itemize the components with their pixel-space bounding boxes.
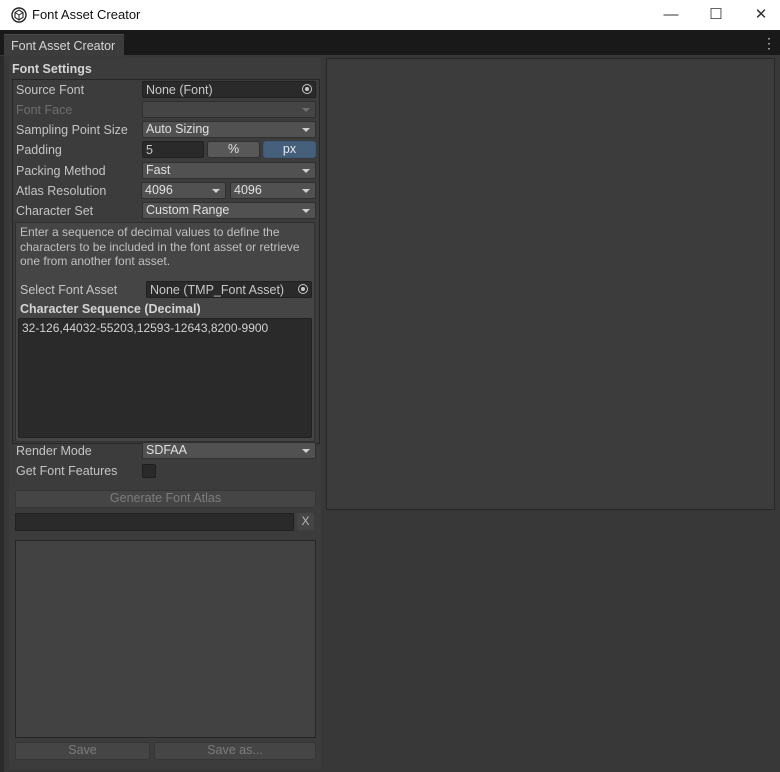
font-face-dropdown	[142, 101, 316, 118]
chevron-down-icon	[302, 449, 310, 453]
packing-method-dropdown[interactable]: Fast	[142, 162, 316, 179]
atlas-width-value: 4096	[145, 183, 173, 197]
source-font-value: None (Font)	[146, 83, 213, 97]
render-mode-value: SDFAA	[146, 443, 187, 457]
character-set-value: Custom Range	[146, 203, 230, 217]
padding-percent-button[interactable]: %	[207, 141, 260, 158]
font-face-label: Font Face	[16, 103, 73, 117]
generation-progress-bar	[15, 513, 294, 531]
padding-label: Padding	[16, 143, 62, 157]
save-button[interactable]: Save	[15, 742, 150, 760]
select-font-asset-label: Select Font Asset	[20, 283, 118, 297]
padding-px-button[interactable]: px	[263, 141, 316, 158]
chevron-down-icon	[302, 169, 310, 173]
character-set-label: Character Set	[16, 204, 94, 218]
get-font-features-checkbox[interactable]	[142, 464, 156, 478]
character-sequence-textarea[interactable]: 32-126,44032-55203,12593-12643,8200-9900	[18, 318, 312, 438]
character-sequence-label: Character Sequence (Decimal)	[20, 302, 201, 316]
chevron-down-icon	[302, 108, 310, 112]
object-picker-icon[interactable]	[298, 284, 308, 294]
render-mode-dropdown[interactable]: SDFAA	[142, 442, 316, 459]
get-font-features-label: Get Font Features	[16, 464, 118, 478]
generate-font-atlas-button[interactable]: Generate Font Atlas	[15, 490, 316, 508]
chevron-down-icon	[302, 209, 310, 213]
chevron-down-icon	[212, 189, 220, 193]
packing-method-value: Fast	[146, 163, 171, 177]
sampling-point-size-label: Sampling Point Size	[16, 123, 128, 137]
atlas-width-dropdown[interactable]: 4096	[141, 182, 226, 199]
atlas-resolution-label: Atlas Resolution	[16, 184, 107, 198]
render-mode-label: Render Mode	[16, 444, 92, 458]
select-font-asset-field[interactable]: None (TMP_Font Asset)	[146, 281, 312, 298]
packing-method-label: Packing Method	[16, 164, 106, 178]
atlas-height-value: 4096	[234, 183, 262, 197]
close-icon[interactable]: ✕	[738, 0, 780, 30]
unity-logo-icon	[11, 7, 27, 23]
object-picker-icon[interactable]	[302, 84, 312, 94]
clear-progress-button[interactable]: X	[297, 513, 314, 530]
window-titlebar: Font Asset Creator — ☐ ✕	[0, 0, 780, 30]
maximize-icon[interactable]: ☐	[693, 0, 739, 30]
select-font-asset-value: None (TMP_Font Asset)	[150, 283, 285, 297]
minimize-icon[interactable]: —	[648, 0, 694, 30]
padding-input[interactable]: 5	[142, 141, 204, 158]
tab-font-asset-creator[interactable]: Font Asset Creator	[4, 34, 124, 57]
font-settings-heading: Font Settings	[12, 62, 92, 76]
chevron-down-icon	[302, 189, 310, 193]
window-title: Font Asset Creator	[32, 7, 141, 22]
save-as-button[interactable]: Save as...	[154, 742, 316, 760]
sampling-point-size-dropdown[interactable]: Auto Sizing	[142, 121, 316, 138]
output-log-area	[15, 540, 316, 738]
chevron-down-icon	[302, 128, 310, 132]
custom-range-help-text: Enter a sequence of decimal values to de…	[20, 225, 300, 268]
more-options-icon[interactable]: ⋮	[762, 36, 776, 50]
atlas-preview-panel	[326, 58, 775, 510]
source-font-label: Source Font	[16, 83, 85, 97]
character-set-dropdown[interactable]: Custom Range	[142, 202, 316, 219]
source-font-field[interactable]: None (Font)	[142, 81, 316, 98]
atlas-height-dropdown[interactable]: 4096	[230, 182, 316, 199]
sampling-point-size-value: Auto Sizing	[146, 122, 210, 136]
left-edge-strip	[0, 56, 4, 772]
